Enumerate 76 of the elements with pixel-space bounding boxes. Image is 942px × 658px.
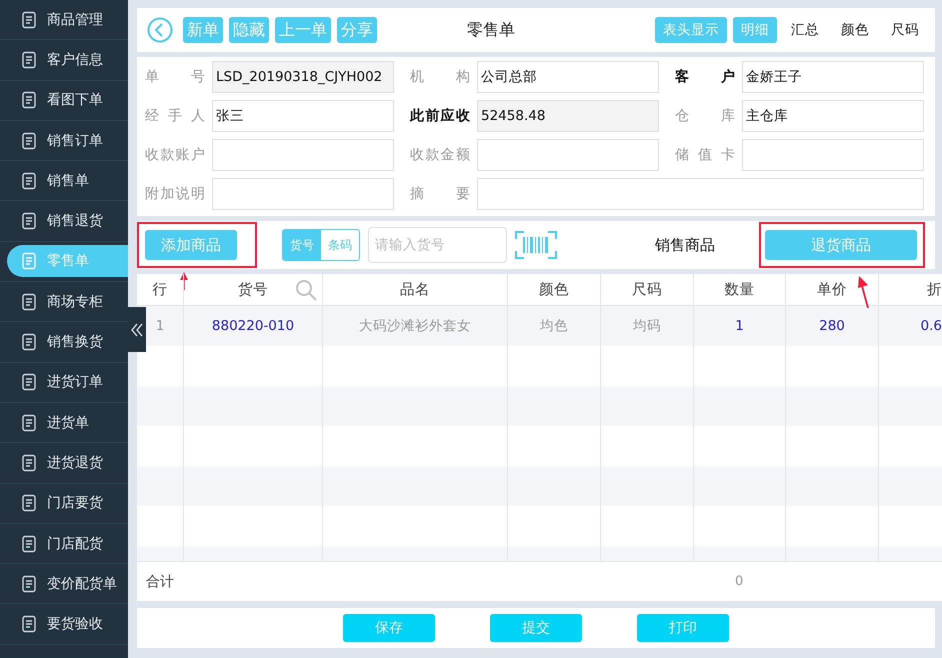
total-label: 合计 <box>146 572 174 590</box>
input-field[interactable]: 52458.48 <box>477 100 659 132</box>
view-toggle[interactable]: 颜色 <box>833 17 877 43</box>
input-field[interactable] <box>477 178 924 210</box>
document-icon <box>20 494 38 512</box>
input-field[interactable]: 主仓库 <box>742 100 924 132</box>
collapse-button[interactable] <box>128 307 146 352</box>
document-icon <box>20 10 38 29</box>
column-header: 颜色 <box>508 274 601 305</box>
input-field[interactable]: LSD_20190318_CJYH002 <box>212 61 394 93</box>
sidebar-item[interactable]: 进货单 <box>7 406 128 439</box>
field-label: 收款金额 <box>410 146 470 164</box>
section-label: 销售商品 <box>655 236 715 254</box>
document-icon <box>20 615 38 634</box>
column-header: 货号 <box>184 274 323 305</box>
view-toggle[interactable]: 汇总 <box>783 17 827 43</box>
input-field[interactable]: 公司总部 <box>477 61 659 93</box>
input-field[interactable] <box>212 139 394 171</box>
field-label: 摘要 <box>410 185 470 203</box>
document-icon <box>20 212 38 230</box>
document-icon <box>20 574 38 593</box>
page-title: 零售单 <box>466 20 516 40</box>
input-field[interactable] <box>742 139 924 171</box>
input-field[interactable] <box>477 139 659 171</box>
sidebar-item[interactable]: 销售单 <box>7 164 128 197</box>
sidebar-item[interactable]: 门店配货 <box>7 528 128 560</box>
sidebar-item[interactable]: 变价配货单 <box>7 568 128 600</box>
total-quantity: 0 <box>735 574 744 589</box>
field-label: 附加说明 <box>145 185 205 203</box>
document-icon <box>20 91 38 110</box>
search-icon[interactable] <box>295 279 317 301</box>
column-header: 折 <box>926 281 942 300</box>
table-cell-text: 0.6 <box>920 317 942 336</box>
document-icon <box>20 132 38 150</box>
double-chevron-icon <box>131 322 143 338</box>
field-label: 单号 <box>145 68 205 86</box>
column-header: 数量 <box>694 274 786 305</box>
column-header: 行 <box>137 274 184 305</box>
field-label: 仓库 <box>675 107 735 125</box>
document-icon <box>20 373 38 392</box>
document-icon <box>20 252 38 270</box>
document-icon <box>20 534 38 552</box>
sidebar-item[interactable]: 要货验收 <box>7 608 128 640</box>
sidebar-item[interactable]: 客户信息 <box>7 44 128 76</box>
barcode-scan-icon[interactable] <box>515 231 557 259</box>
view-toggle[interactable]: 尺码 <box>883 17 927 43</box>
column-header: 单价 <box>786 274 879 305</box>
input-field[interactable]: 金娇王子 <box>742 61 924 93</box>
document-icon <box>20 333 38 352</box>
sidebar-item[interactable]: 商品管理 <box>7 4 128 36</box>
document-icon <box>20 414 38 432</box>
sidebar-item[interactable]: 销售订单 <box>7 124 128 157</box>
sidebar-item[interactable]: 商场专柜 <box>7 286 128 318</box>
input-field[interactable]: 张三 <box>212 100 394 132</box>
column-header: 品名 <box>323 274 508 305</box>
document-icon <box>20 50 38 69</box>
document-icon <box>20 172 38 190</box>
sidebar-item[interactable]: 进货退货 <box>7 446 128 479</box>
field-label: 经手人 <box>145 107 205 125</box>
back-icon[interactable] <box>147 17 173 43</box>
search-field[interactable]: 请输入货号 <box>368 227 507 263</box>
column-header: 尺码 <box>601 274 694 305</box>
sidebar-item[interactable]: 进货订单 <box>7 366 128 398</box>
field-label: 客户 <box>675 68 735 86</box>
document-icon <box>20 454 38 472</box>
arrow-icon <box>857 276 871 308</box>
sidebar-item[interactable]: 销售退货 <box>7 205 128 238</box>
document-icon <box>20 292 38 311</box>
sidebar-item[interactable]: 销售换货 <box>7 326 128 358</box>
field-label: 收款账户 <box>145 146 205 164</box>
input-field[interactable] <box>212 178 394 210</box>
field-label: 机构 <box>410 68 470 86</box>
field-label: 此前应收 <box>410 107 470 125</box>
field-label: 储值卡 <box>675 146 735 164</box>
sidebar-item[interactable]: 门店要货 <box>7 487 128 520</box>
sidebar-item[interactable]: 看图下单 <box>7 84 128 116</box>
